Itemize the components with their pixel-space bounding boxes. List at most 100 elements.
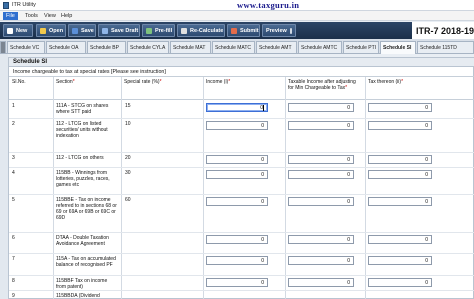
panel-title: Schedule SI: [9, 58, 474, 67]
preview-button[interactable]: Preview: [262, 24, 296, 37]
tax-thereon-input[interactable]: 0: [368, 170, 432, 179]
new-icon: [7, 27, 13, 34]
income-input[interactable]: 0: [206, 155, 268, 164]
row-rate: 15: [125, 103, 131, 109]
tax-value: 0: [425, 172, 428, 178]
income-input[interactable]: 0: [206, 278, 268, 287]
required-mark: *: [345, 85, 348, 91]
income-value: 0: [261, 123, 264, 129]
save-button[interactable]: Save: [68, 24, 96, 37]
row-slno: 8: [12, 278, 15, 284]
taxable-value: 0: [347, 199, 350, 205]
prefill-button-label: Pre-fill: [155, 27, 173, 34]
row-slno: 9: [12, 293, 15, 299]
header-tax-thereon: Tax thereon (ii)*: [365, 77, 474, 100]
tax-value: 0: [425, 237, 428, 243]
menu-help[interactable]: Help: [58, 12, 75, 20]
table-row: 6 DTAA - Double Taxation Avoidance Agree…: [9, 233, 474, 254]
row-slno: 3: [12, 155, 15, 161]
open-button-label: Open: [49, 27, 64, 34]
taxable-income-input[interactable]: 0: [288, 256, 354, 265]
income-input[interactable]: 0: [206, 170, 268, 179]
taxable-value: 0: [347, 172, 350, 178]
required-mark: *: [159, 79, 162, 85]
income-value: 0: [261, 157, 264, 163]
tax-value: 0: [425, 157, 428, 163]
table-row: 4 115BB - Winnings from lotteries, puzzl…: [9, 168, 474, 195]
income-input[interactable]: 0: [206, 256, 268, 265]
tax-value: 0: [425, 258, 428, 264]
tab-schedule-cyla[interactable]: Schedule CYLA: [127, 41, 169, 53]
taxable-income-input[interactable]: 0: [288, 278, 354, 287]
preview-button-label: Preview: [266, 27, 287, 34]
income-input[interactable]: 0: [206, 235, 268, 244]
tax-thereon-input[interactable]: 0: [368, 256, 432, 265]
tax-thereon-input[interactable]: 0: [368, 103, 432, 112]
tab-schedule-oa[interactable]: Schedule OA: [46, 41, 86, 53]
menu-file[interactable]: File: [3, 12, 18, 20]
row-rate: 60: [125, 197, 131, 203]
open-button[interactable]: Open: [36, 24, 66, 37]
taxable-income-input[interactable]: 0: [288, 235, 354, 244]
table-row: 1 111A - STCG on shares where STT paid 1…: [9, 101, 474, 119]
row-slno: 1: [12, 103, 15, 109]
row-section: 115BB - Winnings from lotteries, puzzles…: [56, 170, 110, 188]
tab-schedule-bp[interactable]: Schedule BP: [87, 41, 126, 53]
submit-button-label: Submit: [240, 27, 259, 34]
panel-subtitle: Income chargeable to tax at special rate…: [9, 67, 474, 77]
tab-scroll-left[interactable]: [0, 41, 6, 53]
tax-thereon-input[interactable]: 0: [368, 197, 432, 206]
income-input[interactable]: 0: [206, 121, 268, 130]
taxable-income-input[interactable]: 0: [288, 155, 354, 164]
tab-schedule-amtc[interactable]: Schedule AMTC: [298, 41, 342, 53]
row-rate: 20: [125, 155, 131, 161]
taxable-income-input[interactable]: 0: [288, 170, 354, 179]
save-draft-icon: [102, 27, 108, 34]
recalculate-button-label: Re-Calculate: [190, 27, 224, 34]
tab-schedule-pti[interactable]: Schedule PTI: [343, 41, 379, 53]
income-value: 0: [261, 172, 264, 178]
header-tax-text: Tax thereon (ii): [368, 79, 402, 85]
taxable-value: 0: [347, 237, 350, 243]
income-input[interactable]: 0: [206, 103, 268, 112]
row-section: 115BBDA (Dividend: [56, 293, 100, 299]
taxable-income-input[interactable]: 0: [288, 121, 354, 130]
header-slno: Sl.No.: [9, 77, 53, 100]
taxable-value: 0: [347, 105, 350, 111]
taxable-value: 0: [347, 258, 350, 264]
prefill-button[interactable]: Pre-fill: [142, 24, 175, 37]
recalculate-button[interactable]: Re-Calculate: [177, 24, 225, 37]
table-row: 5 115BBE - Tax on income referred to in …: [9, 195, 474, 233]
new-button[interactable]: New: [3, 24, 33, 37]
income-value: 0: [261, 199, 264, 205]
tax-thereon-input[interactable]: 0: [368, 235, 432, 244]
row-section: DTAA - Double Taxation Avoidance Agreeme…: [56, 235, 109, 247]
menu-tools[interactable]: Tools: [22, 12, 41, 20]
taxable-income-input[interactable]: 0: [288, 197, 354, 206]
menu-bar: File Tools View Help: [0, 11, 474, 21]
tab-schedule-mat[interactable]: Schedule MAT: [170, 41, 211, 53]
tax-thereon-input[interactable]: 0: [368, 278, 432, 287]
table-row: 8 115BBF Tax on income from patent) 0 0 …: [9, 276, 474, 291]
tab-schedule-si[interactable]: Schedule SI: [380, 41, 416, 54]
taxable-value: 0: [347, 280, 350, 286]
tab-schedule-115td[interactable]: Schedule 115TD: [417, 41, 474, 53]
window-title: ITR Utility: [12, 2, 36, 8]
tab-schedule-amt[interactable]: Schedule AMT: [256, 41, 297, 53]
tab-schedule-matc[interactable]: Schedule MATC: [212, 41, 255, 53]
submit-button[interactable]: Submit: [227, 24, 260, 37]
tax-thereon-input[interactable]: 0: [368, 155, 432, 164]
taxable-value: 0: [347, 123, 350, 129]
header-slno-text: Sl.No.: [12, 79, 26, 85]
table-row: 9 115BBDA (Dividend: [9, 291, 474, 299]
income-input[interactable]: 0: [206, 197, 268, 206]
open-folder-icon: [40, 27, 46, 34]
schedule-si-panel: Schedule SI Income chargeable to tax at …: [8, 57, 474, 299]
tax-thereon-input[interactable]: 0: [368, 121, 432, 130]
menu-view[interactable]: View: [41, 12, 59, 20]
taxable-value: 0: [347, 157, 350, 163]
save-draft-button[interactable]: Save Draft: [98, 24, 140, 37]
taxable-income-input[interactable]: 0: [288, 103, 354, 112]
row-section: 115BBF Tax on income from patent): [56, 278, 108, 290]
tab-schedule-vc[interactable]: Schedule VC: [7, 41, 45, 53]
